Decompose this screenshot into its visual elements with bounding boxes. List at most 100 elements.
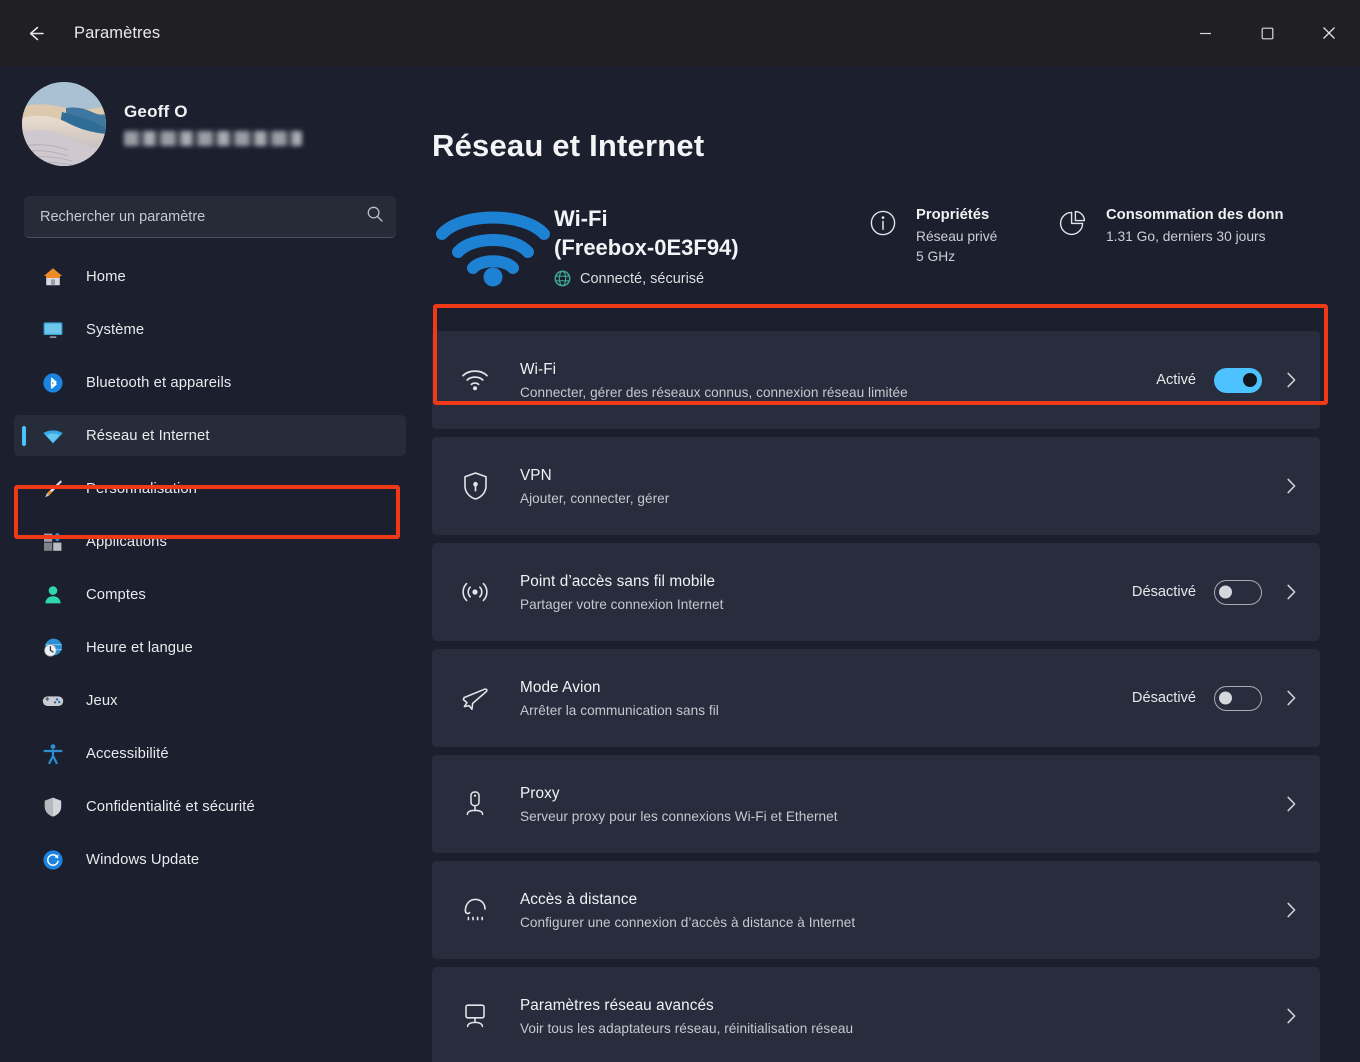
sidebar-item-label: Réseau et Internet: [86, 427, 210, 444]
data-usage-line1: 1.31 Go, derniers 30 jours: [1106, 229, 1266, 244]
sidebar-item-home[interactable]: Home: [14, 256, 406, 297]
chevron-right-icon[interactable]: [1284, 901, 1298, 919]
search-input[interactable]: [40, 208, 366, 225]
network-name-line2: (Freebox-0E3F94): [554, 235, 739, 261]
sidebar-item-label: Heure et langue: [86, 639, 193, 656]
settings-row-proxy[interactable]: Proxy Serveur proxy pour les connexions …: [432, 755, 1320, 853]
settings-row-airplane-mode[interactable]: Mode Avion Arrêter la communication sans…: [432, 649, 1320, 747]
sidebar-item-accessibilite[interactable]: Accessibilité: [14, 733, 406, 774]
maximize-button[interactable]: [1236, 0, 1298, 66]
minimize-icon: [1199, 32, 1211, 34]
bluetooth-icon: [40, 370, 66, 396]
sidebar-item-reseau-et-internet[interactable]: Réseau et Internet: [14, 415, 406, 456]
settings-row-dialup[interactable]: Accès à distance Configurer une connexio…: [432, 861, 1320, 959]
sidebar-item-label: Jeux: [86, 692, 118, 709]
settings-row-controls: Désactivé: [1131, 685, 1298, 711]
settings-row-desc: Serveur proxy pour les connexions Wi-Fi …: [520, 808, 838, 824]
settings-row-desc: Configurer une connexion d’accès à dista…: [520, 914, 856, 930]
settings-row-text: Paramètres réseau avancés Voir tous les …: [520, 997, 1246, 1036]
connection-status: Connecté, sécurisé: [554, 270, 854, 287]
airplane-toggle-label: Désactivé: [1131, 690, 1196, 706]
settings-row-title: Accès à distance: [520, 890, 638, 908]
shield-icon: [40, 794, 66, 820]
sidebar-item-label: Personnalisation: [86, 480, 198, 497]
accessibility-icon: [40, 741, 66, 767]
proxy-icon: [458, 787, 492, 821]
settings-row-advanced-network[interactable]: Paramètres réseau avancés Voir tous les …: [432, 967, 1320, 1062]
settings-row-text: Mode Avion Arrêter la communication sans…: [520, 679, 1116, 718]
sidebar-item-personnalisation[interactable]: Personnalisation: [14, 468, 406, 509]
data-usage-title: Consommation des donn: [1106, 207, 1284, 223]
settings-row-title: Point d’accès sans fil mobile: [520, 572, 716, 590]
sidebar-item-confidentialite-et-securite[interactable]: Confidentialité et sécurité: [14, 786, 406, 827]
profile-section[interactable]: Geoff O: [0, 78, 420, 170]
back-button[interactable]: [12, 10, 58, 56]
properties-link[interactable]: Propriétés Réseau privé 5 GHz: [868, 198, 1058, 264]
settings-row-controls: [1262, 795, 1298, 813]
wifi-icon: [458, 363, 492, 397]
settings-row-title: Paramètres réseau avancés: [520, 996, 714, 1014]
chevron-right-icon[interactable]: [1284, 371, 1298, 389]
properties-title: Propriétés: [916, 207, 990, 223]
airplane-icon: [458, 681, 492, 715]
close-button[interactable]: [1298, 0, 1360, 66]
sidebar-item-windows-update[interactable]: Windows Update: [14, 839, 406, 880]
hotspot-toggle[interactable]: [1214, 579, 1262, 605]
search-icon: [366, 205, 384, 228]
properties-line1: Réseau privé: [916, 229, 998, 244]
toggle-knob: [1243, 373, 1257, 387]
back-arrow-icon: [29, 26, 44, 40]
settings-row-text: VPN Ajouter, connecter, gérer: [520, 467, 1246, 506]
settings-row-text: Proxy Serveur proxy pour les connexions …: [520, 785, 1246, 824]
sidebar-item-applications[interactable]: Applications: [14, 521, 406, 562]
chevron-right-icon[interactable]: [1284, 689, 1298, 707]
airplane-toggle[interactable]: [1214, 685, 1262, 711]
sidebar-item-comptes[interactable]: Comptes: [14, 574, 406, 615]
sidebar-item-label: Confidentialité et sécurité: [86, 798, 255, 815]
info-circle-icon: [868, 206, 902, 243]
settings-row-desc: Arrêter la communication sans fil: [520, 702, 719, 718]
settings-row-controls: Désactivé: [1131, 579, 1298, 605]
sidebar-item-label: Home: [86, 268, 126, 285]
settings-row-text: Point d’accès sans fil mobile Partager v…: [520, 573, 1116, 612]
settings-row-vpn[interactable]: VPN Ajouter, connecter, gérer: [432, 437, 1320, 535]
network-name-line1: Wi-Fi: [554, 206, 608, 231]
chevron-right-icon[interactable]: [1284, 583, 1298, 601]
profile-text: Geoff O: [124, 102, 302, 146]
sidebar-item-heure-et-langue[interactable]: Heure et langue: [14, 627, 406, 668]
advanced-network-icon: [458, 999, 492, 1033]
clock-globe-icon: [40, 635, 66, 661]
settings-row-controls: [1262, 477, 1298, 495]
profile-name: Geoff O: [124, 102, 188, 121]
search-box[interactable]: [24, 196, 396, 238]
settings-row-wifi[interactable]: Wi-Fi Connecter, gérer des réseaux connu…: [432, 331, 1320, 429]
sidebar-item-systeme[interactable]: Système: [14, 309, 406, 350]
network-icon: [40, 423, 66, 449]
data-usage-link[interactable]: Consommation des donn 1.31 Go, derniers …: [1058, 198, 1298, 244]
update-icon: [40, 847, 66, 873]
settings-row-desc: Connecter, gérer des réseaux connus, con…: [520, 384, 908, 400]
settings-row-list: Wi-Fi Connecter, gérer des réseaux connu…: [432, 331, 1320, 1062]
close-icon: [1323, 27, 1335, 39]
data-usage-text: Consommation des donn 1.31 Go, derniers …: [1106, 206, 1284, 244]
sidebar-item-label: Windows Update: [86, 851, 200, 868]
chevron-right-icon[interactable]: [1284, 477, 1298, 495]
settings-row-title: Wi-Fi: [520, 360, 557, 378]
chevron-right-icon[interactable]: [1284, 1007, 1298, 1025]
apps-icon: [40, 529, 66, 555]
settings-row-mobile-hotspot[interactable]: Point d’accès sans fil mobile Partager v…: [432, 543, 1320, 641]
properties-text: Propriétés Réseau privé 5 GHz: [916, 206, 997, 264]
page-title: Réseau et Internet: [432, 128, 705, 163]
sidebar-item-bluetooth[interactable]: Bluetooth et appareils: [14, 362, 406, 403]
network-status-header: Wi-Fi (Freebox-0E3F94) Connecté, sécuris…: [432, 198, 1320, 293]
settings-row-controls: [1262, 901, 1298, 919]
sidebar-item-label: Applications: [86, 533, 167, 550]
wifi-toggle[interactable]: [1214, 367, 1262, 393]
chevron-right-icon[interactable]: [1284, 795, 1298, 813]
hotspot-toggle-label: Désactivé: [1131, 584, 1196, 600]
sidebar-item-label: Système: [86, 321, 145, 338]
sidebar-item-jeux[interactable]: Jeux: [14, 680, 406, 721]
properties-line2: 5 GHz: [916, 249, 956, 264]
vpn-shield-icon: [458, 469, 492, 503]
minimize-button[interactable]: [1174, 0, 1236, 66]
